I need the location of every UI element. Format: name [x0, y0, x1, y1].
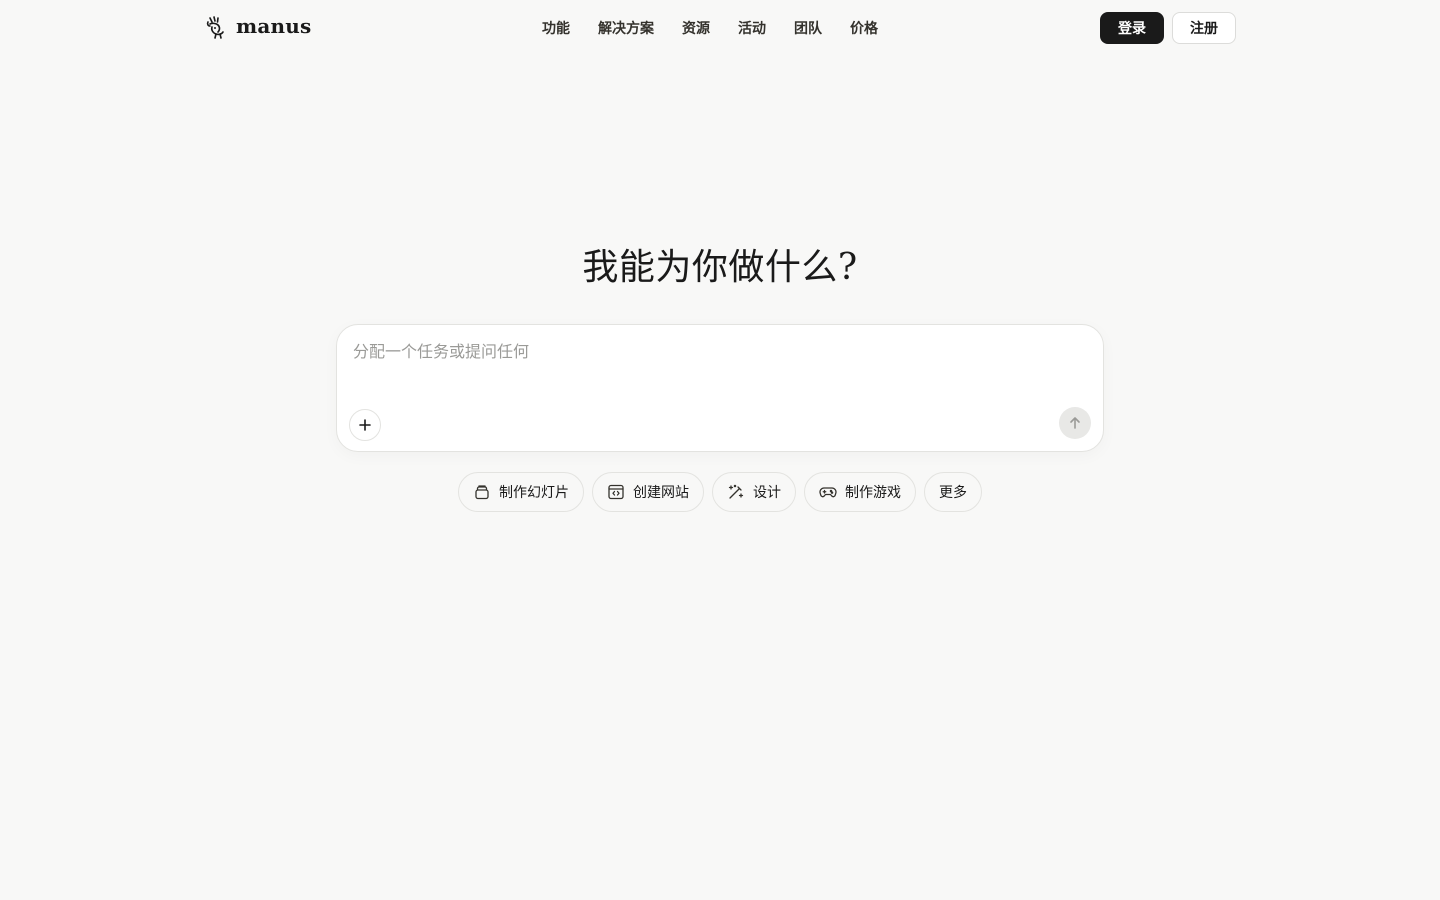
chip-label: 设计 [753, 485, 781, 501]
task-composer [336, 324, 1104, 452]
chip-create-website[interactable]: 创建网站 [592, 472, 704, 512]
gamepad-icon [819, 483, 837, 501]
top-header: manus 功能 解决方案 资源 活动 团队 价格 登录 注册 [0, 0, 1440, 56]
task-input[interactable] [353, 339, 1073, 363]
chip-make-slides[interactable]: 制作幻灯片 [458, 472, 584, 512]
nav-item-solutions[interactable]: 解决方案 [584, 18, 668, 38]
brand-name: manus [236, 14, 312, 38]
chip-more[interactable]: 更多 [924, 472, 982, 512]
nav-item-features[interactable]: 功能 [528, 18, 584, 38]
brand-logo[interactable]: manus [204, 14, 311, 42]
quick-actions: 制作幻灯片 创建网站 设计 制作游戏 更多 [458, 472, 982, 512]
attach-button[interactable] [349, 409, 381, 441]
nav-item-team[interactable]: 团队 [780, 18, 836, 38]
slides-icon [473, 483, 491, 501]
chip-make-game[interactable]: 制作游戏 [804, 472, 916, 512]
code-window-icon [607, 483, 625, 501]
nav-item-resources[interactable]: 资源 [668, 18, 724, 38]
signup-button[interactable]: 注册 [1172, 12, 1236, 44]
login-button[interactable]: 登录 [1100, 12, 1164, 44]
chip-design[interactable]: 设计 [712, 472, 796, 512]
manus-hand-icon [204, 15, 228, 41]
chip-label: 更多 [939, 485, 967, 501]
nav-item-events[interactable]: 活动 [724, 18, 780, 38]
chip-label: 创建网站 [633, 485, 689, 501]
arrow-up-icon [1068, 416, 1082, 430]
chip-label: 制作游戏 [845, 485, 901, 501]
magic-wand-icon [727, 483, 745, 501]
nav-item-pricing[interactable]: 价格 [836, 18, 892, 38]
main-nav: 功能 解决方案 资源 活动 团队 价格 [528, 16, 892, 40]
hero-title: 我能为你做什么? [582, 247, 858, 288]
plus-icon [358, 418, 372, 432]
chip-label: 制作幻灯片 [499, 485, 569, 501]
send-button[interactable] [1059, 407, 1091, 439]
